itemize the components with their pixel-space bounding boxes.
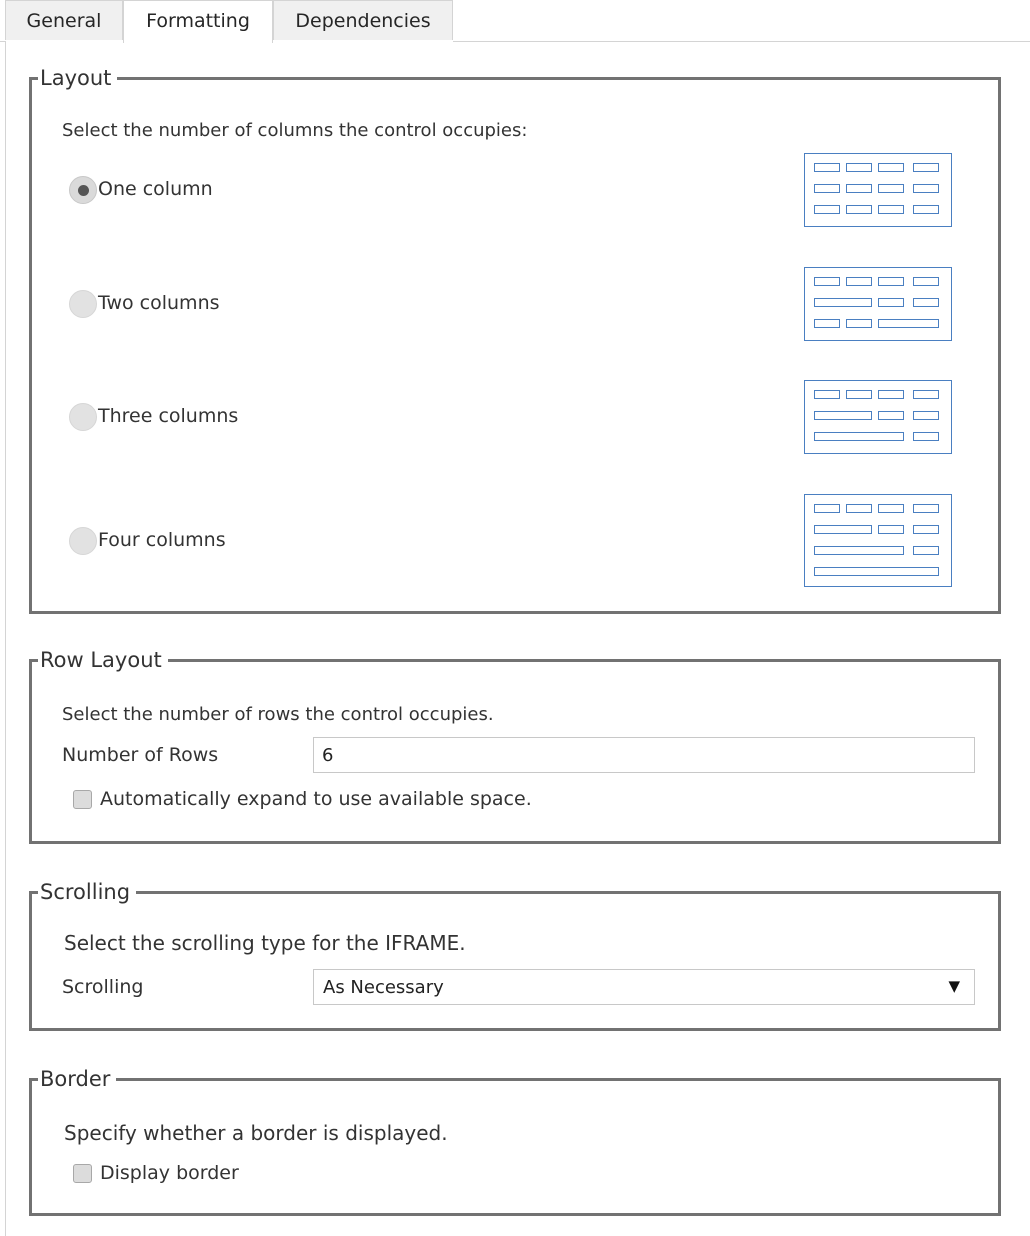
tab-dependencies[interactable]: Dependencies [273, 0, 453, 40]
radio-label: Two columns [98, 292, 220, 314]
radio-label: Four columns [98, 529, 226, 551]
one-column-layout-icon [804, 153, 952, 227]
panel-left-border [5, 41, 6, 1236]
two-columns-layout-icon [804, 267, 952, 341]
scrolling-legend: Scrolling [38, 878, 137, 906]
radio-button[interactable] [69, 176, 97, 204]
number-of-rows-input[interactable] [313, 737, 975, 773]
radio-label: Three columns [98, 405, 239, 427]
radio-button[interactable] [69, 403, 97, 431]
layout-description: Select the number of columns the control… [62, 120, 528, 141]
scrolling-group: Scrolling Select the scrolling type for … [29, 878, 1001, 1031]
radio-button[interactable] [69, 527, 97, 555]
row-layout-legend: Row Layout [38, 646, 168, 674]
radio-button[interactable] [69, 290, 97, 318]
number-of-rows-label: Number of Rows [62, 744, 219, 766]
border-legend: Border [38, 1065, 117, 1093]
border-group: Border Specify whether a border is displ… [29, 1065, 1001, 1216]
scrolling-label: Scrolling [62, 976, 144, 998]
scrolling-select[interactable]: As Necessary ▼ [313, 969, 975, 1005]
tab-baseline [453, 41, 1030, 42]
tab-formatting[interactable]: Formatting [123, 0, 273, 43]
layout-group: Layout Select the number of columns the … [29, 64, 1001, 614]
tab-general[interactable]: General [5, 0, 123, 40]
layout-legend: Layout [38, 64, 118, 92]
row-layout-description: Select the number of rows the control oc… [62, 704, 494, 725]
radio-label: One column [98, 178, 213, 200]
display-border-label: Display border [100, 1162, 239, 1184]
display-border-checkbox[interactable] [73, 1164, 92, 1183]
scrolling-selected-value: As Necessary [323, 977, 444, 998]
four-columns-layout-icon [804, 494, 952, 587]
auto-expand-checkbox[interactable] [73, 790, 92, 809]
auto-expand-label: Automatically expand to use available sp… [100, 788, 532, 810]
scrolling-description: Select the scrolling type for the IFRAME… [64, 931, 466, 955]
three-columns-layout-icon [804, 380, 952, 454]
border-description: Specify whether a border is displayed. [64, 1121, 448, 1145]
row-layout-group: Row Layout Select the number of rows the… [29, 646, 1001, 844]
tab-strip: General Formatting Dependencies [0, 0, 1030, 43]
dropdown-arrow-icon: ▼ [948, 977, 960, 995]
